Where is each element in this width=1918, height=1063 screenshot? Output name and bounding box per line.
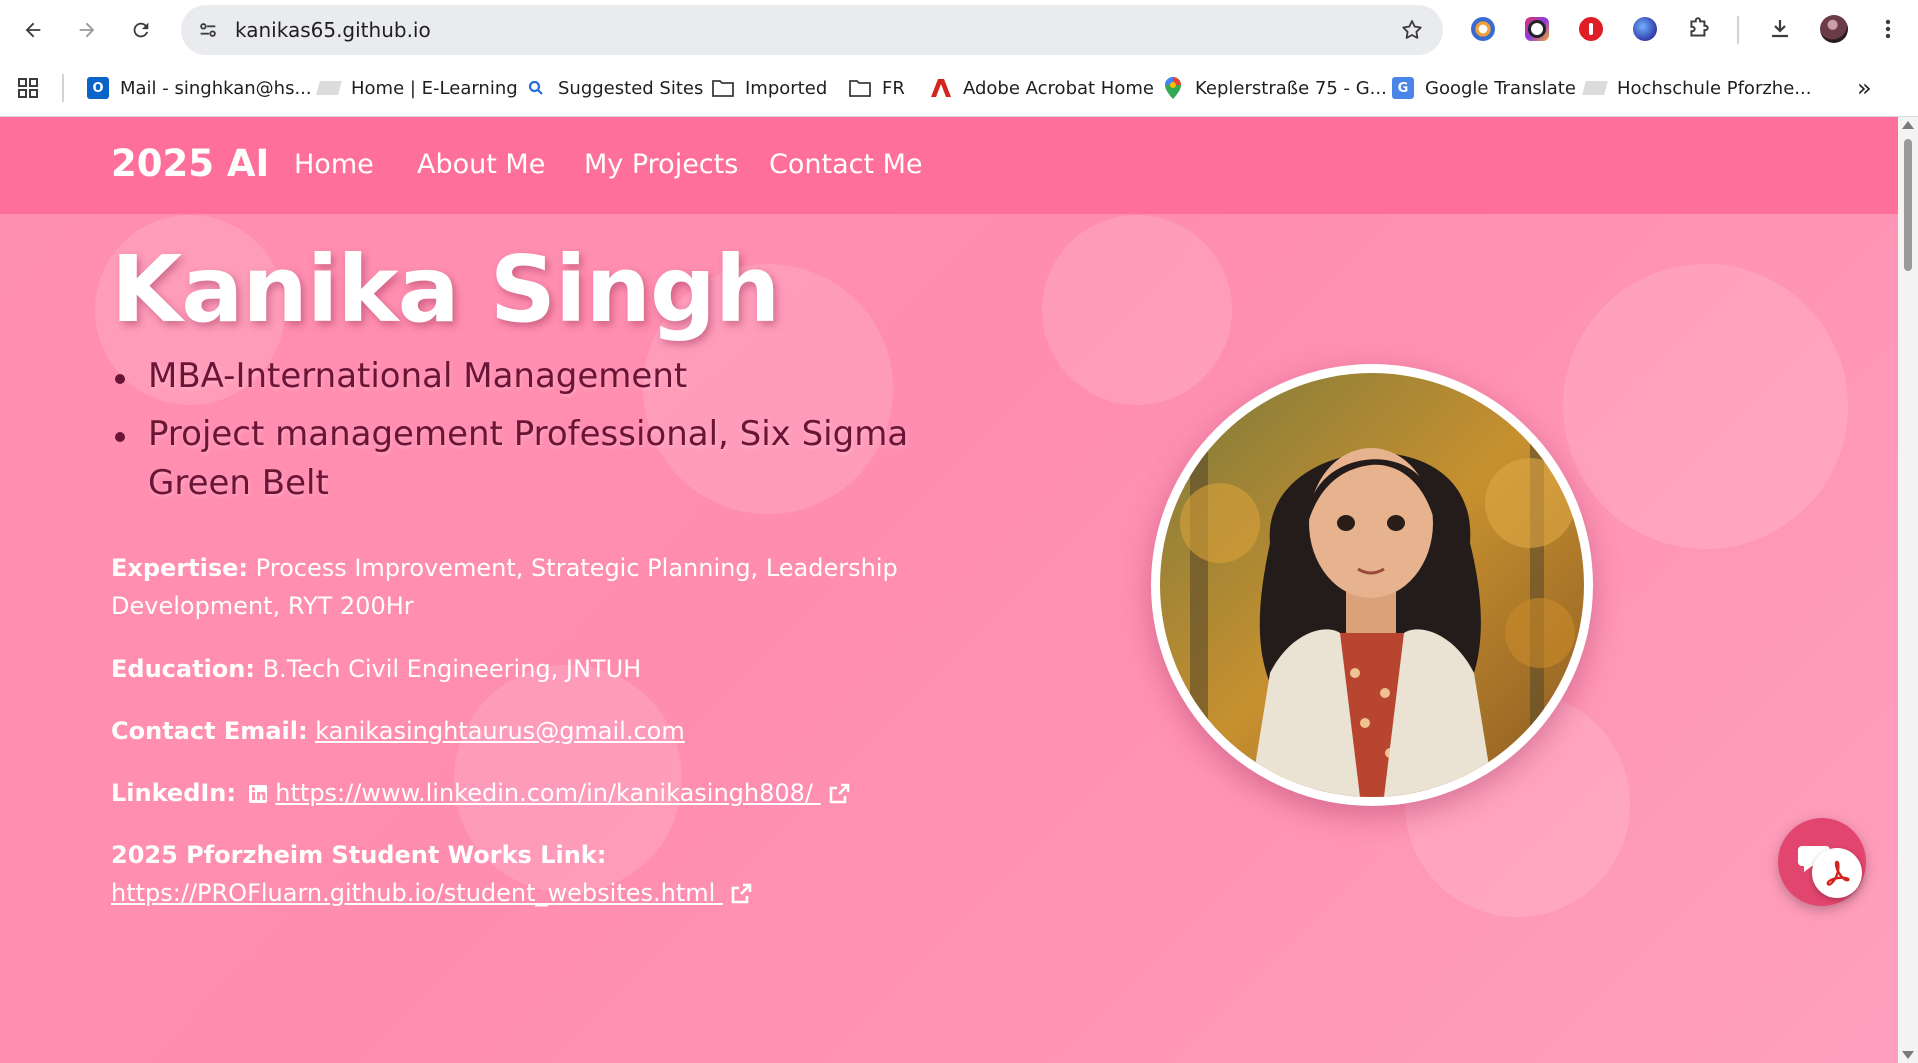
download-icon[interactable] bbox=[1765, 14, 1795, 44]
apps-grid-icon[interactable] bbox=[16, 70, 40, 106]
scroll-down-arrow-icon[interactable] bbox=[1902, 1051, 1914, 1059]
scroll-up-arrow-icon[interactable] bbox=[1902, 121, 1914, 129]
nav-about-link[interactable]: About Me bbox=[417, 145, 545, 185]
map-pin-icon bbox=[1161, 76, 1185, 100]
acrobat-pdf-button[interactable] bbox=[1812, 848, 1862, 898]
highlight-text: Project management Professional, Six Sig… bbox=[148, 414, 909, 503]
outlook-icon: O bbox=[86, 76, 110, 100]
decor-bubble bbox=[1563, 264, 1848, 549]
back-button[interactable] bbox=[16, 13, 50, 47]
browser-menu-icon[interactable] bbox=[1873, 14, 1903, 44]
bookmark-folder-imported[interactable]: Imported bbox=[711, 70, 827, 106]
bookmark-label: Google Translate bbox=[1425, 77, 1576, 99]
page-icon bbox=[1582, 76, 1608, 100]
highlights-list: MBA-International Management Project man… bbox=[111, 352, 941, 517]
works-link[interactable]: https://PROFluarn.github.io/student_webs… bbox=[111, 879, 723, 907]
site-info-icon[interactable] bbox=[195, 17, 221, 43]
url-text[interactable]: kanikas65.github.io bbox=[235, 5, 431, 55]
site-navbar: 2025 AI Home About Me My Projects Contac… bbox=[0, 117, 1898, 214]
address-bar[interactable]: kanikas65.github.io bbox=[181, 5, 1443, 55]
bullet-dot bbox=[115, 432, 125, 442]
folder-icon bbox=[848, 76, 872, 100]
education-row: Education: B.Tech Civil Engineering, JNT… bbox=[111, 650, 911, 688]
expertise-label: Expertise: bbox=[111, 554, 249, 582]
education-label: Education: bbox=[111, 655, 255, 683]
extension-color-icon[interactable] bbox=[1468, 14, 1498, 44]
nav-home-link[interactable]: Home bbox=[294, 145, 374, 185]
toolbar-divider bbox=[1737, 16, 1739, 44]
nav-contact-link[interactable]: Contact Me bbox=[769, 145, 923, 185]
bookmark-label: Keplerstraße 75 - G... bbox=[1195, 77, 1387, 99]
hero-name: Kanika Singh bbox=[111, 236, 780, 343]
works-label: 2025 Pforzheim Student Works Link: bbox=[111, 841, 607, 869]
email-row: Contact Email: kanikasinghtaurus@gmail.c… bbox=[111, 712, 911, 750]
page-viewport: 2025 AI Home About Me My Projects Contac… bbox=[0, 117, 1898, 1063]
bullet-dot bbox=[115, 374, 125, 384]
acrobat-icon bbox=[929, 76, 953, 100]
more-bookmarks-button[interactable]: » bbox=[1857, 70, 1872, 106]
site-brand[interactable]: 2025 AI bbox=[111, 139, 269, 189]
extensions-puzzle-icon[interactable] bbox=[1684, 14, 1714, 44]
bookmark-label: Suggested Sites bbox=[558, 77, 704, 99]
linkedin-link[interactable]: https://www.linkedin.com/in/kanikasingh8… bbox=[275, 779, 820, 807]
bookmarks-bar: O Mail - singhkan@hs... Home | E-Learnin… bbox=[0, 60, 1918, 117]
extension-camera-icon[interactable] bbox=[1522, 14, 1552, 44]
bookmark-label: Hochschule Pforzhe... bbox=[1617, 77, 1812, 99]
bookmark-label: FR bbox=[882, 77, 905, 99]
bookmark-maps[interactable]: Keplerstraße 75 - G... bbox=[1161, 70, 1387, 106]
translate-icon: G bbox=[1391, 76, 1415, 100]
extension-stop-icon[interactable] bbox=[1576, 14, 1606, 44]
highlight-item: MBA-International Management bbox=[111, 352, 941, 401]
highlight-item: Project management Professional, Six Sig… bbox=[111, 410, 941, 508]
bookmark-hochschule[interactable]: Hochschule Pforzhe... bbox=[1582, 70, 1812, 106]
expertise-row: Expertise: Process Improvement, Strategi… bbox=[111, 549, 911, 625]
search-icon bbox=[524, 76, 548, 100]
page-icon bbox=[316, 76, 342, 100]
reload-icon bbox=[133, 22, 149, 38]
bookmark-label: Home | E-Learning bbox=[351, 77, 518, 99]
extension-globe-icon[interactable] bbox=[1630, 14, 1660, 44]
bookmark-star-icon[interactable] bbox=[1399, 17, 1425, 43]
scroll-thumb[interactable] bbox=[1904, 139, 1912, 271]
bookmark-adobe-acrobat[interactable]: Adobe Acrobat Home bbox=[929, 70, 1154, 106]
bookmark-label: Mail - singhkan@hs... bbox=[120, 77, 312, 99]
email-label: Contact Email: bbox=[111, 717, 308, 745]
folder-icon bbox=[711, 76, 735, 100]
reload-button[interactable] bbox=[124, 13, 158, 47]
forward-button[interactable] bbox=[70, 13, 104, 47]
external-link-icon bbox=[829, 783, 849, 804]
browser-toolbar: kanikas65.github.io bbox=[0, 0, 1918, 60]
page-scrollbar[interactable] bbox=[1898, 117, 1918, 1063]
forward-arrow-icon bbox=[79, 22, 95, 38]
bookmark-elearning[interactable]: Home | E-Learning bbox=[316, 70, 518, 106]
bookmark-mail[interactable]: O Mail - singhkan@hs... bbox=[86, 70, 312, 106]
education-value: B.Tech Civil Engineering, JNTUH bbox=[262, 655, 642, 683]
profile-portrait bbox=[1151, 364, 1593, 806]
external-link-icon bbox=[731, 883, 752, 904]
bookmark-suggested-sites[interactable]: Suggested Sites bbox=[524, 70, 703, 106]
portrait-image bbox=[1160, 373, 1584, 797]
bookmark-google-translate[interactable]: G Google Translate bbox=[1391, 70, 1576, 106]
works-row: 2025 Pforzheim Student Works Link: https… bbox=[111, 836, 911, 912]
bookmark-label: Imported bbox=[745, 77, 828, 99]
linkedin-icon bbox=[248, 785, 267, 803]
email-link[interactable]: kanikasinghtaurus@gmail.com bbox=[315, 717, 685, 745]
nav-projects-link[interactable]: My Projects bbox=[584, 145, 738, 185]
highlight-text: MBA-International Management bbox=[148, 356, 688, 396]
chevrons-right-icon: » bbox=[1857, 74, 1872, 102]
back-arrow-icon bbox=[25, 22, 41, 38]
linkedin-label: LinkedIn: bbox=[111, 779, 236, 807]
decor-bubble bbox=[1042, 215, 1232, 405]
bookmark-label: Adobe Acrobat Home bbox=[963, 77, 1154, 99]
acrobat-icon bbox=[1826, 860, 1850, 886]
profile-avatar[interactable] bbox=[1819, 14, 1849, 44]
linkedin-row: LinkedIn: https://www.linkedin.com/in/ka… bbox=[111, 774, 911, 812]
bookmark-folder-fr[interactable]: FR bbox=[848, 70, 905, 106]
bookmarks-divider bbox=[62, 74, 64, 102]
